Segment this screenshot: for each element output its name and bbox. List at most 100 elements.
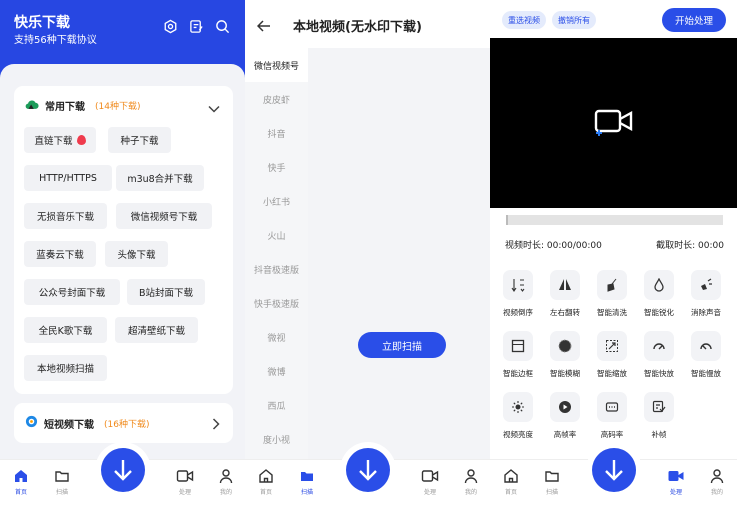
settings-icon[interactable] [162, 18, 179, 35]
sidebar-item-huoshan[interactable]: 火山 [245, 218, 308, 252]
timeline-slider[interactable] [506, 215, 723, 225]
sidebar-item-douyin[interactable]: 抖音 [245, 116, 308, 150]
droplet-icon [654, 278, 664, 292]
platform-sidebar: 微信视频号 皮皮虾 抖音 快手 小红书 火山 抖音极速版 快手极速版 微视 微博… [245, 48, 308, 468]
sidebar-item-weishi[interactable]: 微视 [245, 320, 308, 354]
chip-direct-download[interactable]: 直链下载 [24, 127, 96, 153]
bottom-nav: 首页 扫描 处理 我的 [0, 448, 245, 507]
tool-sharpen[interactable]: 智能锐化 [636, 270, 682, 318]
scan-now-button[interactable]: 立即扫描 [358, 332, 446, 358]
video-duration: 视频时长: 00:00/00:00 [505, 241, 602, 251]
chip-m3u8-merge[interactable]: m3u8合并下载 [116, 165, 204, 191]
sidebar-item-xigua[interactable]: 西瓜 [245, 388, 308, 422]
tool-clean[interactable]: 智能清洗 [589, 270, 635, 318]
sidebar-item-duxiaoshi[interactable]: 度小视 [245, 422, 308, 456]
cloud-icon [25, 99, 39, 113]
tool-frame-interpolation[interactable]: 补帧 [636, 392, 682, 440]
undo-all-button[interactable]: 撤销所有 [552, 11, 596, 29]
tool-border[interactable]: 智能边框 [495, 331, 541, 379]
edit-icon[interactable] [188, 18, 205, 35]
chip-bilibili-cover[interactable]: B站封面下载 [127, 279, 205, 305]
person-icon [710, 469, 724, 484]
home-icon [504, 469, 518, 483]
tool-high-bitrate[interactable]: 高码率 [589, 392, 635, 440]
sidebar-item-weibo[interactable]: 微博 [245, 354, 308, 388]
download-home-screen: 快乐下载 支持56种下载协议 常用下载 (14种下载) 直链下载 种子下载 HT… [0, 0, 245, 507]
search-icon[interactable] [214, 18, 231, 35]
video-camera-icon [421, 470, 439, 482]
short-video-card[interactable]: 短视频下载 (16种下载) [14, 403, 233, 443]
folder-icon [545, 471, 559, 482]
chip-lossless-music[interactable]: 无损音乐下载 [24, 203, 107, 229]
cut-duration: 截取时长: 00:00 [656, 241, 724, 251]
nav-home[interactable]: 首页 [7, 468, 35, 496]
reverse-icon [511, 279, 525, 292]
video-process-screen: 重选视频 撤销所有 开始处理 视频时长: 00:00/00:00 截取时长: 0… [490, 0, 737, 507]
nav-mine[interactable]: 我的 [703, 468, 731, 496]
home-icon [15, 470, 27, 482]
tool-blur[interactable]: 智能模糊 [542, 331, 588, 379]
bottom-nav: 首页 扫描 处理 我的 [490, 448, 737, 507]
short-video-count: (16种下载) [104, 419, 150, 430]
sidebar-item-douyin-lite[interactable]: 抖音极速版 [245, 252, 308, 286]
chip-hd-wallpaper[interactable]: 超清壁纸下载 [115, 317, 198, 343]
chip-mp-cover[interactable]: 公众号封面下载 [24, 279, 120, 305]
tool-brightness[interactable]: 视频亮度 [495, 392, 541, 440]
back-arrow-icon[interactable] [256, 17, 271, 36]
tool-zoom[interactable]: 智能缩放 [589, 331, 635, 379]
arrow-down-icon [114, 460, 132, 481]
nav-process[interactable]: 处理 [662, 468, 690, 496]
arrow-down-icon [605, 460, 623, 481]
nav-scan[interactable]: 扫描 [538, 468, 566, 496]
common-download-header[interactable]: 常用下载 (14种下载) [25, 98, 140, 113]
tool-mute[interactable]: 消除声音 [683, 270, 729, 318]
sidebar-item-xiaohongshu[interactable]: 小红书 [245, 184, 308, 218]
nav-mine[interactable]: 我的 [457, 468, 485, 496]
person-icon [219, 469, 233, 484]
nav-home[interactable]: 首页 [497, 468, 525, 496]
nav-scan[interactable]: 扫描 [48, 468, 76, 496]
frames-icon [652, 400, 666, 413]
chip-lanzou[interactable]: 蓝奏云下载 [24, 241, 96, 267]
app-subtitle: 支持56种下载协议 [14, 35, 97, 46]
sidebar-item-kuaishou-lite[interactable]: 快手极速版 [245, 286, 308, 320]
local-video-screen: 本地视频(无水印下载) 微信视频号 皮皮虾 抖音 快手 小红书 火山 抖音极速版… [245, 0, 490, 507]
add-video-icon[interactable] [594, 108, 634, 140]
home-icon [259, 469, 273, 483]
speedometer-slow-icon [700, 343, 712, 350]
chip-avatar[interactable]: 头像下载 [105, 241, 168, 267]
sidebar-item-kuaishou[interactable]: 快手 [245, 150, 308, 184]
chip-http[interactable]: HTTP/HTTPS [24, 165, 112, 191]
download-fab[interactable] [101, 448, 145, 492]
sidebar-item-wechat-channels[interactable]: 微信视频号 [245, 48, 308, 82]
chip-wechat-channels[interactable]: 微信视频号下载 [116, 203, 212, 229]
nav-process[interactable]: 处理 [416, 468, 444, 496]
bottom-nav: 首页 扫描 处理 我的 [245, 448, 490, 507]
tool-slow-play[interactable]: 智能慢放 [683, 331, 729, 379]
chip-torrent-download[interactable]: 种子下载 [108, 127, 171, 153]
chip-local-video-scan[interactable]: 本地视频扫描 [24, 355, 107, 381]
nav-process[interactable]: 处理 [171, 468, 199, 496]
chevron-down-icon[interactable] [208, 98, 220, 117]
fire-icon [76, 135, 86, 145]
bitrate-icon [605, 402, 619, 412]
download-fab[interactable] [592, 448, 636, 492]
download-fab[interactable] [346, 448, 390, 492]
reselect-video-button[interactable]: 重选视频 [502, 11, 546, 29]
video-player[interactable] [490, 38, 737, 208]
common-download-label: 常用下载 [45, 102, 85, 113]
nav-mine[interactable]: 我的 [212, 468, 240, 496]
flip-icon [559, 279, 571, 290]
short-video-header: 短视频下载 (16种下载) [25, 415, 149, 431]
chip-kge[interactable]: 全民K歌下载 [24, 317, 107, 343]
chevron-right-icon[interactable] [212, 415, 220, 434]
nav-home[interactable]: 首页 [252, 468, 280, 496]
tool-reverse[interactable]: 视频倒序 [495, 270, 541, 318]
nav-scan[interactable]: 扫描 [293, 468, 321, 496]
tool-high-framerate[interactable]: 高帧率 [542, 392, 588, 440]
tool-fast-play[interactable]: 智能快放 [636, 331, 682, 379]
blur-icon [558, 339, 572, 353]
sidebar-item-pipixia[interactable]: 皮皮虾 [245, 82, 308, 116]
tool-flip[interactable]: 左右翻转 [542, 270, 588, 318]
start-processing-button[interactable]: 开始处理 [662, 8, 726, 32]
